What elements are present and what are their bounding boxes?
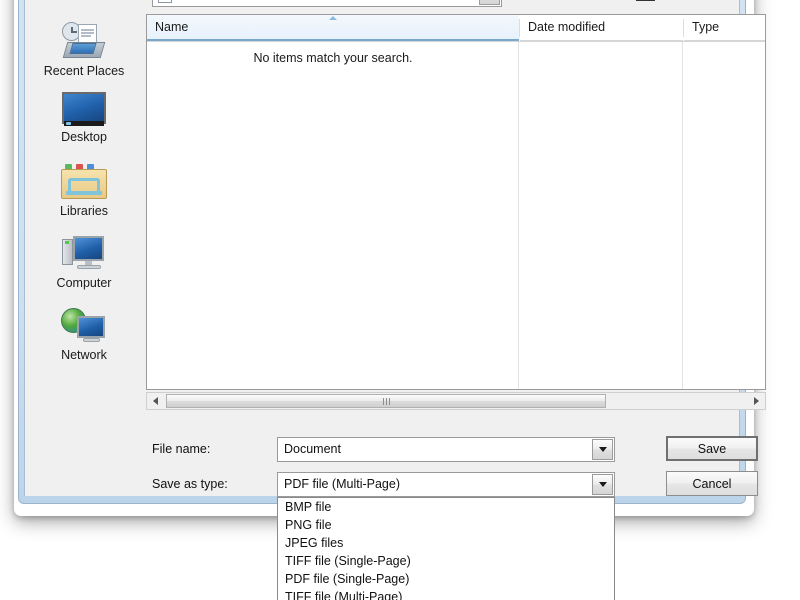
save-in-dropdown-button[interactable] — [479, 0, 500, 5]
up-one-level-button[interactable] — [572, 0, 598, 4]
libraries-icon — [61, 164, 107, 202]
grid-line — [518, 41, 519, 389]
save-in-value: Documents — [179, 0, 242, 1]
save-in-label: Save in: — [82, 0, 127, 2]
save-as-type-dropdown-button[interactable] — [592, 474, 613, 495]
place-label: Computer — [56, 276, 112, 290]
place-label: Libraries — [60, 204, 108, 218]
place-item-libraries[interactable]: Libraries — [25, 164, 143, 218]
column-label: Type — [692, 20, 720, 34]
horizontal-scrollbar[interactable] — [146, 392, 766, 410]
file-name-combobox[interactable]: Document — [277, 437, 615, 462]
dropdown-option[interactable]: TIFF file (Single-Page) — [278, 552, 614, 570]
dropdown-option[interactable]: BMP file — [278, 498, 614, 516]
dropdown-option[interactable]: PNG file — [278, 516, 614, 534]
empty-state-message: No items match your search. — [253, 51, 413, 65]
file-name-label: File name: — [152, 442, 211, 456]
file-name-value: Document — [284, 442, 341, 456]
desktop-icon — [62, 92, 106, 128]
column-header-type[interactable]: Type — [684, 15, 765, 41]
back-arrow-icon — [540, 0, 562, 1]
save-dialog-screen: Save in: Documents — [0, 0, 800, 600]
triangle-right-icon — [754, 397, 759, 405]
views-icon — [636, 0, 656, 2]
place-item-recent-places[interactable]: Recent Places — [25, 22, 143, 78]
save-as-type-dropdown-list[interactable]: BMP file PNG file JPEG files TIFF file (… — [277, 497, 615, 600]
scroll-left-button[interactable] — [147, 393, 164, 409]
grid-line — [682, 41, 683, 389]
file-name-dropdown-button[interactable] — [592, 439, 613, 460]
dropdown-option[interactable]: PDF file (Single-Page) — [278, 570, 614, 588]
save-in-combobox[interactable]: Documents — [152, 0, 502, 7]
column-label: Name — [155, 20, 189, 34]
save-button[interactable]: Save — [666, 436, 758, 461]
save-as-type-combobox[interactable]: PDF file (Multi-Page) — [277, 472, 615, 497]
cancel-button[interactable]: Cancel — [666, 471, 758, 496]
sort-ascending-icon — [329, 16, 337, 20]
views-button[interactable] — [636, 0, 670, 5]
new-folder-button[interactable]: ✳ — [604, 0, 630, 4]
column-label: Date modified — [528, 20, 606, 34]
column-header-row: Name Date modified Type — [147, 15, 765, 42]
chevron-down-icon — [598, 482, 607, 487]
back-button[interactable] — [540, 0, 566, 3]
scrollbar-thumb[interactable] — [166, 394, 606, 408]
recent-places-icon — [61, 22, 107, 62]
grip-icon — [382, 397, 390, 405]
network-icon — [61, 308, 107, 346]
save-in-row: Save in: Documents — [24, 0, 740, 12]
computer-icon — [62, 236, 106, 274]
dropdown-option[interactable]: JPEG files — [278, 534, 614, 552]
dialog-toolbar: ✳ — [540, 0, 700, 4]
triangle-left-icon — [153, 397, 158, 405]
place-item-computer[interactable]: Computer — [25, 236, 143, 290]
dropdown-option[interactable]: TIFF file (Multi-Page) — [278, 588, 614, 600]
place-label: Recent Places — [43, 64, 125, 78]
place-label: Network — [61, 348, 107, 362]
scroll-right-button[interactable] — [748, 393, 765, 409]
file-list[interactable]: Name Date modified Type No items match y… — [146, 14, 766, 390]
column-header-name[interactable]: Name — [147, 15, 519, 41]
save-as-type-label: Save as type: — [152, 477, 228, 491]
place-item-network[interactable]: Network — [25, 308, 143, 362]
place-label: Desktop — [61, 130, 107, 144]
place-item-desktop[interactable]: Desktop — [25, 92, 143, 144]
chevron-down-icon — [598, 447, 607, 452]
document-icon — [158, 0, 172, 3]
save-as-type-value: PDF file (Multi-Page) — [284, 477, 400, 491]
places-bar: Recent Places Desktop Libraries Computer… — [25, 14, 143, 400]
column-header-date-modified[interactable]: Date modified — [520, 15, 683, 41]
